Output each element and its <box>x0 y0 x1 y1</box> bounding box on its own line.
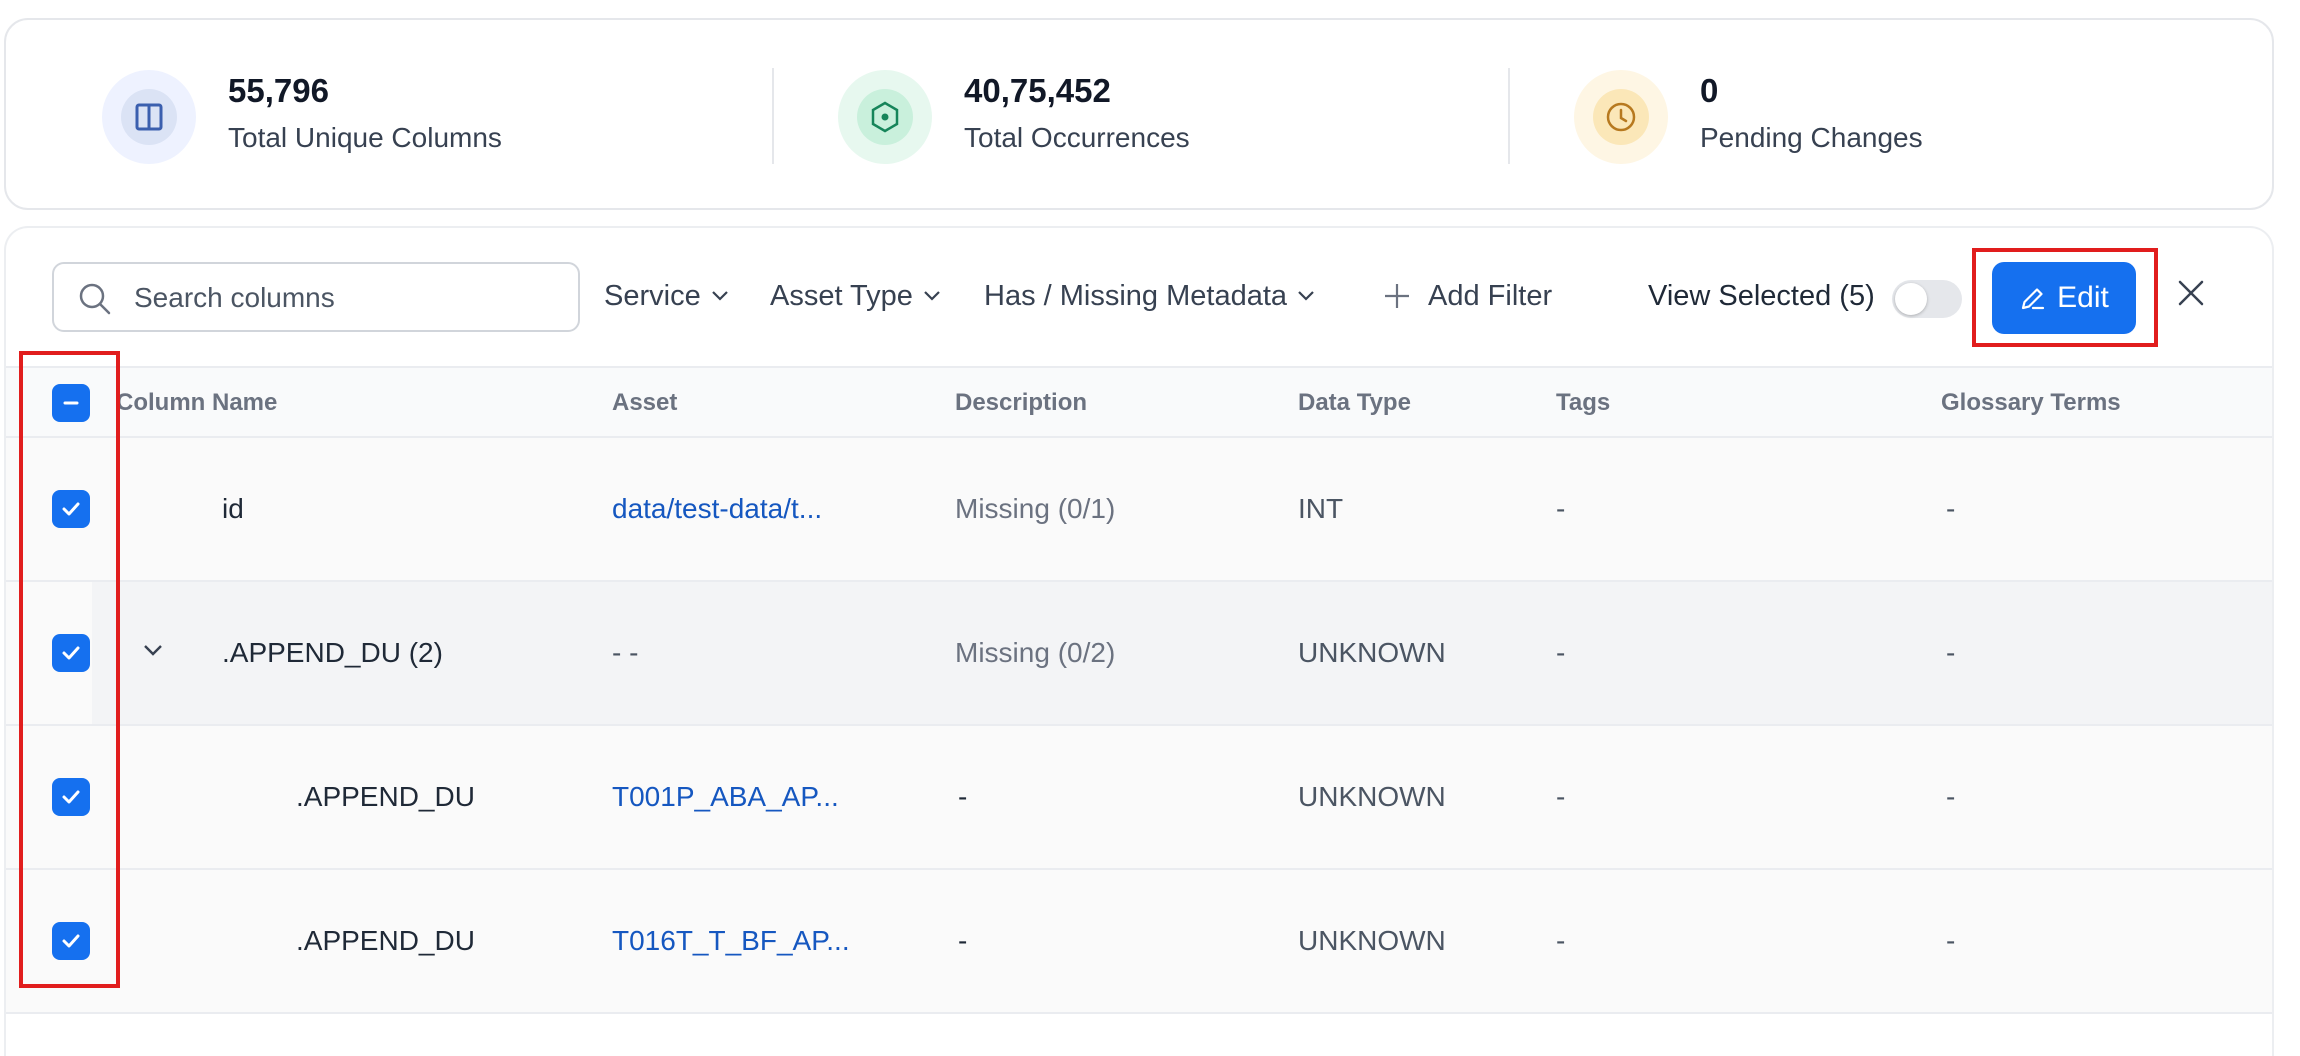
column-header-glossary-terms[interactable]: Glossary Terms <box>1941 368 2121 438</box>
row-checkbox[interactable] <box>52 634 90 672</box>
column-header-name[interactable]: Column Name <box>116 368 277 438</box>
column-header-asset[interactable]: Asset <box>612 368 677 438</box>
asset-link[interactable]: T001P_ABA_AP... <box>612 726 839 868</box>
search-box[interactable] <box>52 262 580 332</box>
search-input[interactable] <box>132 264 556 332</box>
check-icon <box>62 646 80 660</box>
target-icon <box>838 70 932 164</box>
data-type: UNKNOWN <box>1298 637 1446 668</box>
table-row[interactable]: .APPEND_DU T001P_ABA_AP... - UNKNOWN - - <box>6 726 2272 870</box>
data-type: UNKNOWN <box>1298 925 1446 956</box>
edit-button-label: Edit <box>2057 281 2109 314</box>
stat-label: Total Unique Columns <box>228 122 502 153</box>
pencil-icon <box>2022 288 2045 310</box>
glossary-terms: - <box>1946 781 1956 812</box>
search-icon <box>79 283 111 315</box>
chevron-down-icon <box>711 291 728 301</box>
edit-button[interactable]: Edit <box>1992 262 2136 334</box>
filter-label: Service <box>604 279 701 312</box>
description: Missing (0/2) <box>955 637 1116 668</box>
description: - <box>958 781 968 812</box>
table-row[interactable]: .APPEND_DU T016T_T_BF_AP... - UNKNOWN - … <box>6 870 2272 1014</box>
view-selected-toggle[interactable] <box>1892 280 1962 318</box>
column-header-tags[interactable]: Tags <box>1556 368 1610 438</box>
row-checkbox[interactable] <box>52 778 90 816</box>
asset-link[interactable]: T016T_T_BF_AP... <box>612 870 850 1012</box>
tags: - <box>1556 637 1566 668</box>
stat-divider <box>1508 68 1510 164</box>
glossary-terms: - <box>1946 637 1956 668</box>
table-header: Column Name Asset Description Data Type … <box>6 366 2272 438</box>
filter-label: Asset Type <box>770 279 913 312</box>
minus-icon <box>63 401 79 405</box>
stat-label: Pending Changes <box>1700 122 1923 153</box>
filter-service-dropdown[interactable]: Service <box>604 266 729 326</box>
filter-asset-type-dropdown[interactable]: Asset Type <box>770 266 941 326</box>
tags: - <box>1556 925 1566 956</box>
table-row[interactable]: id data/test-data/t... Missing (0/1) INT… <box>6 438 2272 582</box>
check-icon <box>62 502 80 516</box>
check-icon <box>62 934 80 948</box>
description: Missing (0/1) <box>955 493 1116 524</box>
column-name: .APPEND_DU (2) <box>222 637 443 668</box>
check-icon <box>62 790 80 804</box>
tags: - <box>1556 493 1566 524</box>
stat-value: 0 <box>1700 72 1719 109</box>
description: - <box>958 925 968 956</box>
glossary-terms: - <box>1946 493 1956 524</box>
column-header-data-type[interactable]: Data Type <box>1298 368 1411 438</box>
column-name: .APPEND_DU <box>296 781 475 812</box>
select-all-checkbox[interactable] <box>52 384 90 422</box>
asset-link[interactable]: data/test-data/t... <box>612 438 822 580</box>
add-filter-button[interactable]: Add Filter <box>1382 266 1552 326</box>
chevron-down-icon <box>924 291 940 301</box>
stat-value: 40,75,452 <box>964 72 1111 109</box>
stats-summary-card: 55,796 Total Unique Columns 40,75,452 To… <box>4 18 2274 210</box>
view-selected-label: View Selected (5) <box>1648 279 1875 312</box>
chevron-down-icon <box>1298 291 1314 301</box>
row-checkbox[interactable] <box>52 922 90 960</box>
close-icon[interactable] <box>2174 276 2208 310</box>
filter-label: Has / Missing Metadata <box>984 279 1288 312</box>
stat-divider <box>772 68 774 164</box>
row-checkbox[interactable] <box>52 490 90 528</box>
glossary-terms: - <box>1946 925 1956 956</box>
chevron-down-icon[interactable] <box>142 642 164 658</box>
data-type: INT <box>1298 493 1344 524</box>
plus-icon <box>1385 284 1409 308</box>
toggle-knob <box>1895 283 1927 315</box>
column-header-description[interactable]: Description <box>955 368 1087 438</box>
asset: - - <box>612 637 639 668</box>
data-type: UNKNOWN <box>1298 781 1446 812</box>
column-name: id <box>222 493 244 524</box>
columns-table-panel: Service Asset Type Has / Missing Metadat… <box>4 226 2274 1056</box>
add-filter-label: Add Filter <box>1428 279 1553 312</box>
table-row-group[interactable]: .APPEND_DU (2) - - Missing (0/2) UNKNOWN… <box>6 582 2272 726</box>
stat-label: Total Occurrences <box>964 122 1190 153</box>
column-name: .APPEND_DU <box>296 925 475 956</box>
tags: - <box>1556 781 1566 812</box>
columns-icon <box>102 70 196 164</box>
stat-value: 55,796 <box>228 72 329 109</box>
clock-icon <box>1574 70 1668 164</box>
filter-metadata-dropdown[interactable]: Has / Missing Metadata <box>984 266 1315 326</box>
